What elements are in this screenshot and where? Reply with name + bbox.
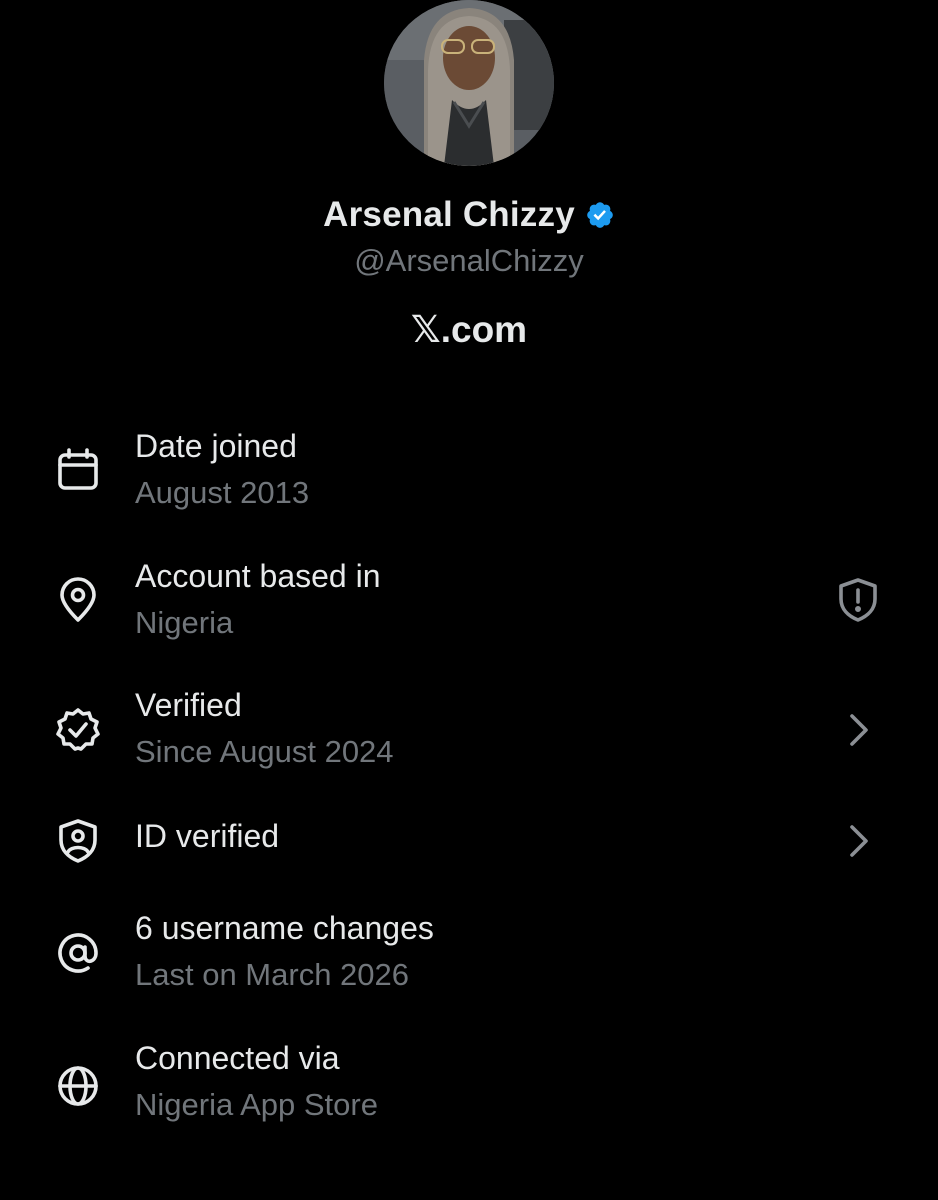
row-username-changes: 6 username changes Last on March 2026 xyxy=(0,910,938,1010)
row-title: Connected via xyxy=(135,1040,340,1076)
verified-badge-outline-icon xyxy=(52,704,104,756)
site-label: 𝕏.com xyxy=(410,309,528,350)
row-verified[interactable]: Verified Since August 2024 xyxy=(0,687,938,787)
profile-handle: @ArsenalChizzy xyxy=(354,243,584,278)
row-id-verified[interactable]: ID verified xyxy=(0,818,938,918)
profile-avatar[interactable] xyxy=(384,0,554,166)
row-title: Verified xyxy=(135,687,242,723)
row-subtitle: August 2013 xyxy=(135,475,310,510)
globe-icon xyxy=(52,1060,104,1112)
profile-name-row: Arsenal Chizzy xyxy=(0,192,938,238)
row-connected-via: Connected via Nigeria App Store xyxy=(0,1040,938,1140)
chevron-right-icon[interactable] xyxy=(832,815,884,867)
verified-check-icon xyxy=(587,202,613,228)
chevron-right-icon[interactable] xyxy=(832,704,884,756)
row-subtitle: Nigeria xyxy=(135,605,234,640)
shield-alert-icon[interactable] xyxy=(832,574,884,626)
calendar-icon xyxy=(52,444,104,496)
at-sign-icon xyxy=(52,927,104,979)
shield-person-icon xyxy=(52,815,104,867)
row-title: Date joined xyxy=(135,428,297,464)
location-pin-icon xyxy=(52,574,104,626)
row-account-based-in: Account based in Nigeria xyxy=(0,558,938,658)
row-title: 6 username changes xyxy=(135,910,434,946)
row-date-joined: Date joined August 2013 xyxy=(0,428,938,528)
row-subtitle: Last on March 2026 xyxy=(135,957,410,992)
row-subtitle: Since August 2024 xyxy=(135,734,394,769)
row-title: ID verified xyxy=(135,818,280,854)
row-subtitle: Nigeria App Store xyxy=(135,1087,378,1122)
display-name: Arsenal Chizzy xyxy=(323,195,575,234)
row-title: Account based in xyxy=(135,558,381,594)
